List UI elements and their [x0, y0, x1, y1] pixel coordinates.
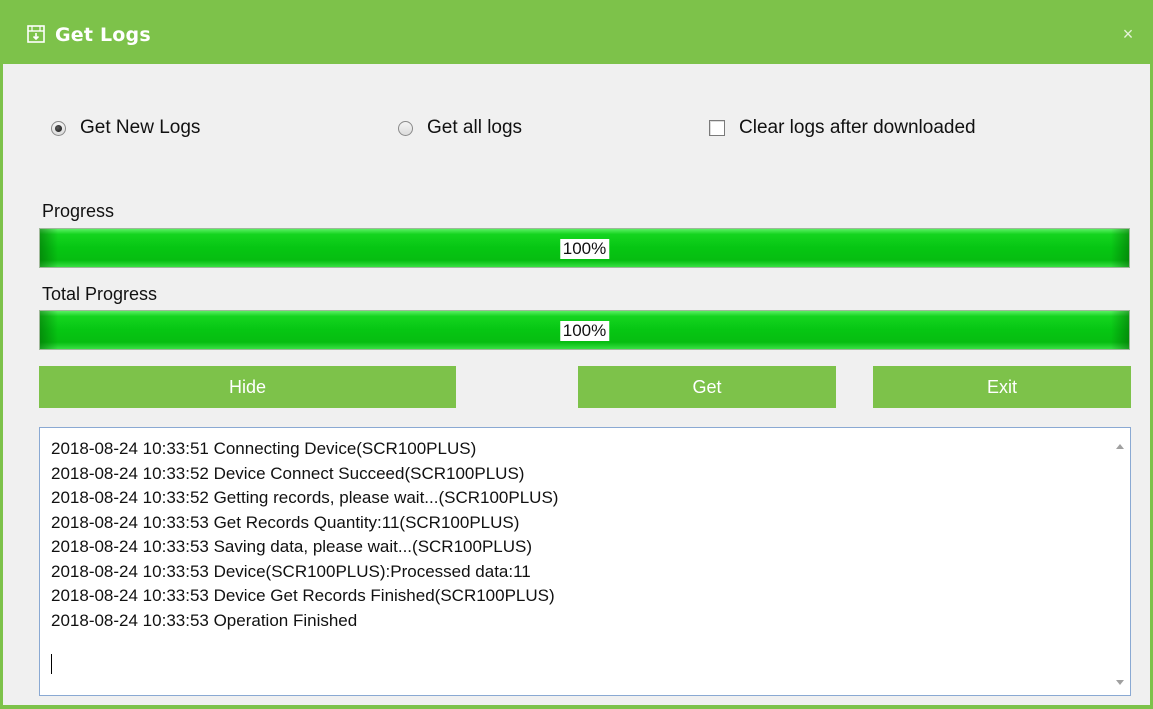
- get-button[interactable]: Get: [578, 366, 836, 408]
- log-output-textarea[interactable]: 2018-08-24 10:33:51 Connecting Device(SC…: [39, 427, 1131, 696]
- hide-button[interactable]: Hide: [39, 366, 456, 408]
- log-line: 2018-08-24 10:33:53 Device Get Records F…: [51, 586, 555, 605]
- progress-bar: 100%: [39, 228, 1130, 268]
- clear-logs-checkbox[interactable]: [709, 120, 725, 136]
- progress-label: Progress: [42, 201, 115, 221]
- get-new-logs-radio-option[interactable]: Get New Logs: [51, 115, 200, 141]
- log-document-icon: [27, 25, 45, 43]
- log-lines: 2018-08-24 10:33:51 Connecting Device(SC…: [51, 437, 558, 633]
- get-all-logs-radio-option[interactable]: Get all logs: [398, 115, 522, 141]
- total-progress-bar: 100%: [39, 310, 1130, 350]
- log-line: 2018-08-24 10:33:53 Saving data, please …: [51, 537, 533, 556]
- total-progress-percent: 100%: [559, 321, 610, 341]
- exit-button[interactable]: Exit: [873, 366, 1131, 408]
- log-line: 2018-08-24 10:33:53 Operation Finished: [51, 610, 358, 630]
- log-line: 2018-08-24 10:33:52 Device Connect Succe…: [51, 463, 525, 483]
- get-new-logs-radio[interactable]: [51, 120, 66, 136]
- log-line: 2018-08-24 10:33:53 Device(SCR100PLUS):P…: [51, 561, 531, 581]
- clear-logs-label: Clear logs after downloaded: [739, 117, 976, 138]
- total-progress-label: Total Progress: [42, 284, 158, 304]
- scroll-up-arrow-icon[interactable]: [1116, 444, 1124, 449]
- get-all-logs-radio[interactable]: [398, 120, 413, 136]
- vertical-scrollbar[interactable]: [1110, 428, 1130, 695]
- clear-logs-checkbox-option[interactable]: Clear logs after downloaded: [709, 115, 976, 141]
- log-line: 2018-08-24 10:33:52 Getting records, ple…: [51, 488, 559, 507]
- get-logs-dialog: Get Logs × Get New Logs Get all logs Cle…: [0, 0, 1153, 709]
- window-title: Get Logs: [55, 24, 151, 46]
- progress-percent: 100%: [559, 239, 610, 259]
- scroll-down-arrow-icon[interactable]: [1116, 680, 1124, 685]
- title-bar[interactable]: Get Logs ×: [3, 0, 1150, 64]
- get-new-logs-label: Get New Logs: [80, 117, 201, 138]
- log-line: 2018-08-24 10:33:53 Get Records Quantity…: [51, 512, 520, 532]
- log-line: 2018-08-24 10:33:51 Connecting Device(SC…: [51, 439, 477, 458]
- text-caret: [51, 654, 52, 674]
- close-icon[interactable]: ×: [1118, 24, 1138, 44]
- get-all-logs-label: Get all logs: [427, 117, 523, 138]
